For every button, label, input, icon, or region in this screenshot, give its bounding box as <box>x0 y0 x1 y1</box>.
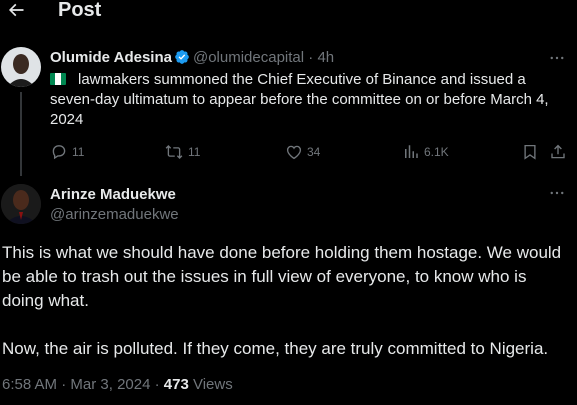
views-count: 6.1K <box>424 145 449 159</box>
nigeria-flag-emoji <box>50 73 66 85</box>
bar-chart-icon <box>405 145 418 158</box>
author-handle[interactable]: @arinzemaduekwe <box>50 206 179 223</box>
repost-count: 11 <box>188 145 201 159</box>
bookmark-icon <box>524 144 536 160</box>
post-time[interactable]: 6:58 AM <box>2 376 57 393</box>
views-count[interactable]: 473 <box>164 376 189 393</box>
heart-icon <box>286 145 302 160</box>
page-title: Post <box>58 0 102 21</box>
views-button[interactable]: 6.1K <box>402 143 449 161</box>
parent-tweet-header: Olumide Adesina @olumidecapital · 4h <box>50 49 334 69</box>
repost-icon <box>165 144 183 160</box>
tweet-paragraph: This is what we should have done before … <box>2 243 562 310</box>
post-time[interactable]: 4h <box>317 49 334 66</box>
like-button[interactable]: 34 <box>285 143 320 161</box>
avatar[interactable] <box>1 47 41 87</box>
tweet-meta: 6:58 AM · Mar 3, 2024 · 473 Views <box>2 376 233 393</box>
author-handle[interactable]: @olumidecapital <box>193 49 304 66</box>
share-button[interactable] <box>549 143 567 161</box>
more-options-button[interactable] <box>548 184 566 206</box>
share-icon <box>551 144 565 159</box>
author-name[interactable]: Olumide Adesina <box>50 49 172 66</box>
back-button[interactable] <box>6 0 30 22</box>
more-horizontal-icon <box>550 191 564 195</box>
bookmark-button[interactable] <box>521 143 539 161</box>
thread-line <box>20 92 22 176</box>
tweet-text: lawmakers summoned the Chief Executive o… <box>50 71 549 128</box>
avatar-image <box>1 184 41 224</box>
views-label: Views <box>192 376 233 393</box>
author-name[interactable]: Arinze Maduekwe <box>50 186 176 203</box>
reply-button[interactable]: 11 <box>50 143 84 161</box>
repost-button[interactable]: 11 <box>164 143 200 161</box>
parent-tweet-text: lawmakers summoned the Chief Executive o… <box>50 70 560 130</box>
avatar[interactable] <box>1 184 41 224</box>
post-date[interactable]: Mar 3, 2024 <box>70 376 150 393</box>
avatar-image <box>1 47 41 87</box>
tweet-paragraph: Now, the air is polluted. If they come, … <box>2 339 549 358</box>
separator: · <box>61 376 67 393</box>
reply-icon <box>52 145 66 160</box>
like-count: 34 <box>307 145 321 159</box>
more-horizontal-icon <box>550 56 564 60</box>
separator: · <box>154 376 160 393</box>
tweet-actions: 11 11 34 6.1K <box>50 143 570 163</box>
reply-count: 11 <box>72 145 85 159</box>
main-tweet-text: This is what we should have done before … <box>2 241 572 361</box>
more-options-button[interactable] <box>548 49 566 71</box>
arrow-left-icon <box>8 3 24 17</box>
top-bar: Post <box>0 0 577 24</box>
verified-badge-icon <box>174 49 190 69</box>
